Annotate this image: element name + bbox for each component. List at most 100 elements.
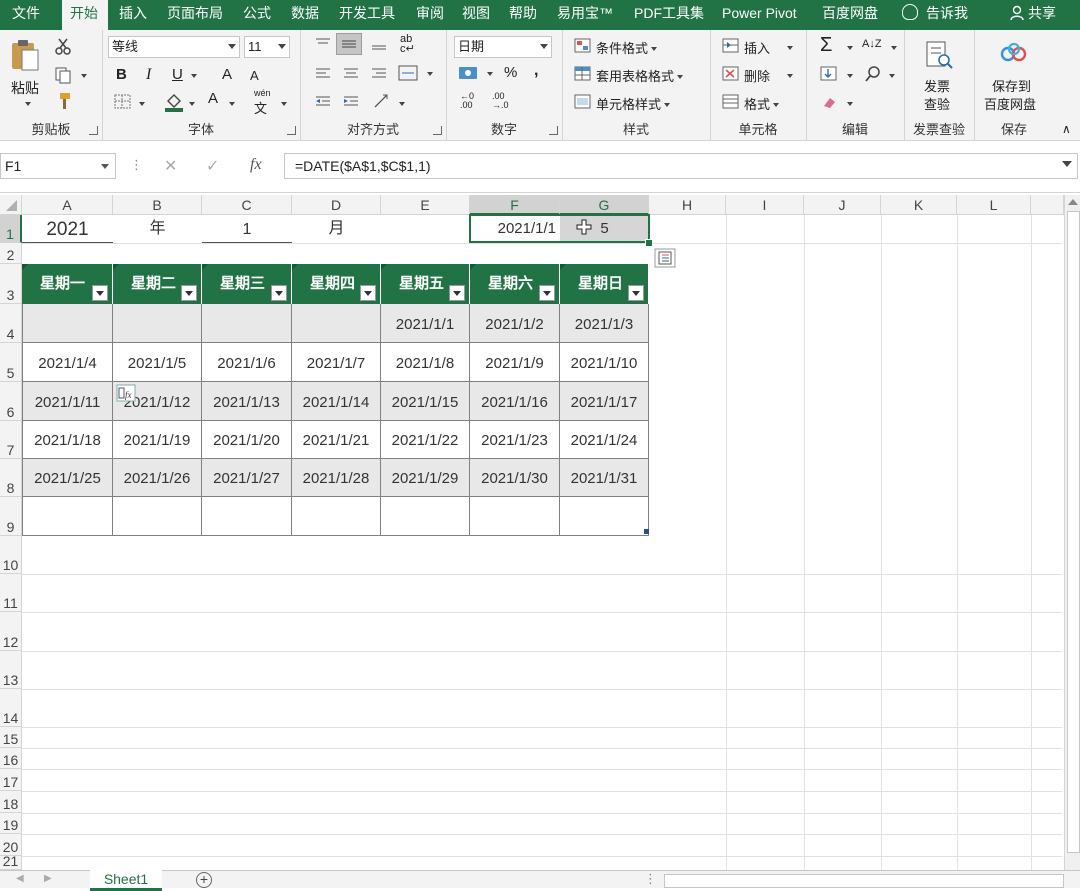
tab-file[interactable]: 文件 — [12, 0, 40, 30]
calendar-header-tue[interactable]: 星期二 — [113, 264, 202, 304]
delete-cells-button[interactable]: 删除 — [744, 66, 770, 85]
calendar-day-cell[interactable] — [202, 304, 292, 343]
calendar-day-cell[interactable]: 2021/1/7 — [292, 343, 381, 382]
invoice-check-line1[interactable]: 发票 — [924, 76, 950, 95]
conditional-format-button[interactable]: 条件格式 — [596, 38, 658, 57]
calendar-day-cell[interactable] — [113, 304, 202, 343]
row-header-6[interactable]: 6 — [0, 382, 22, 421]
calendar-day-cell[interactable] — [22, 304, 113, 343]
name-box[interactable]: F1 — [0, 153, 116, 179]
calendar-header-thu[interactable]: 星期四 — [292, 264, 381, 304]
column-header-d[interactable]: D — [292, 195, 381, 215]
prev-sheet-icon[interactable]: ◀ — [16, 873, 24, 884]
chevron-down-icon[interactable] — [399, 102, 405, 106]
paste-button[interactable]: 粘贴 — [11, 78, 39, 98]
grow-font-button[interactable]: A — [222, 66, 232, 83]
cell-f1-date[interactable]: 2021/1/1 — [470, 215, 560, 243]
table-resize-handle[interactable] — [644, 529, 649, 534]
chevron-down-icon[interactable] — [427, 72, 433, 76]
row-header-2[interactable]: 2 — [0, 243, 22, 264]
row-header-9[interactable]: 9 — [0, 497, 22, 536]
calendar-day-cell[interactable]: 2021/1/19 — [113, 421, 202, 459]
shrink-font-button[interactable]: A — [250, 68, 259, 83]
sort-filter-button[interactable]: A↓Z — [862, 38, 882, 50]
chevron-down-icon[interactable] — [787, 74, 793, 78]
add-sheet-icon[interactable]: + — [196, 872, 212, 888]
copy-icon[interactable] — [54, 66, 72, 84]
tab-formulas[interactable]: 公式 — [243, 0, 271, 30]
align-middle-button[interactable] — [336, 33, 362, 55]
calendar-day-cell[interactable]: 2021/1/9 — [470, 343, 560, 382]
calendar-header-mon[interactable]: 星期一 — [22, 264, 113, 304]
calendar-day-cell[interactable]: 2021/1/15 — [381, 382, 470, 421]
column-header-k[interactable]: K — [881, 195, 957, 215]
calendar-header-sat[interactable]: 星期六 — [470, 264, 560, 304]
row-header-8[interactable]: 8 — [0, 459, 22, 497]
format-cells-icon[interactable] — [722, 94, 740, 110]
cell-g1-weekday[interactable]: 5 — [560, 215, 649, 243]
insert-function-icon[interactable]: fx — [250, 156, 262, 174]
column-header-f[interactable]: F — [470, 195, 560, 215]
chevron-down-icon[interactable] — [847, 74, 853, 78]
align-right-icon[interactable] — [370, 66, 388, 82]
invoice-check-line2[interactable]: 查验 — [924, 94, 950, 113]
conditional-format-icon[interactable] — [574, 38, 592, 54]
calendar-day-cell[interactable] — [381, 497, 470, 536]
chevron-down-icon[interactable] — [229, 102, 235, 106]
row-header-3[interactable]: 3 — [0, 264, 22, 304]
expand-formula-icon[interactable] — [1062, 161, 1072, 167]
column-header-j[interactable]: J — [804, 195, 881, 215]
tab-pdf-tools[interactable]: PDF工具集 — [634, 0, 704, 30]
font-color-button[interactable]: A — [208, 90, 218, 107]
tab-page-layout[interactable]: 页面布局 — [167, 0, 223, 30]
row-header-10[interactable]: 10 — [0, 536, 22, 574]
tab-review[interactable]: 审阅 — [416, 0, 444, 30]
calendar-day-cell[interactable]: 2021/1/28 — [292, 459, 381, 497]
delete-cells-icon[interactable] — [722, 66, 740, 82]
underline-button[interactable]: U — [172, 66, 183, 83]
more-options-icon[interactable]: ⋮ — [130, 157, 143, 173]
formula-autofill-icon[interactable]: fx — [116, 384, 136, 402]
sheet-tab-sheet1[interactable]: Sheet1 — [90, 870, 162, 891]
calendar-day-cell[interactable]: 2021/1/4 — [22, 343, 113, 382]
calendar-day-cell[interactable]: 2021/1/25 — [22, 459, 113, 497]
vertical-scrollbar[interactable] — [1064, 195, 1080, 870]
calendar-day-cell[interactable]: 2021/1/6 — [202, 343, 292, 382]
filter-dropdown-icon[interactable] — [271, 285, 287, 301]
enter-icon[interactable]: ✓ — [206, 156, 219, 176]
calendar-day-cell[interactable]: 2021/1/3 — [560, 304, 649, 343]
increase-indent-icon[interactable] — [342, 94, 360, 110]
bold-button[interactable]: B — [116, 66, 127, 83]
font-size-combo[interactable]: 11 — [244, 36, 290, 58]
fill-color-icon[interactable] — [164, 92, 184, 112]
chevron-down-icon[interactable] — [191, 74, 197, 78]
invoice-check-icon[interactable] — [924, 40, 954, 70]
calendar-header-fri[interactable]: 星期五 — [381, 264, 470, 304]
merge-center-icon[interactable] — [398, 64, 418, 82]
cell-styles-icon[interactable] — [574, 94, 592, 110]
calendar-day-cell[interactable]: 2021/1/26 — [113, 459, 202, 497]
baidu-netdisk-icon[interactable] — [1000, 42, 1028, 64]
tab-help[interactable]: 帮助 — [509, 0, 537, 30]
dialog-launcher-icon[interactable] — [89, 126, 98, 135]
filter-dropdown-icon[interactable] — [628, 285, 644, 301]
dialog-launcher-icon[interactable] — [287, 126, 296, 135]
cancel-icon[interactable]: ✕ — [164, 156, 177, 176]
tab-developer[interactable]: 开发工具 — [339, 0, 395, 30]
font-name-combo[interactable]: 等线 — [108, 36, 240, 58]
calendar-day-cell[interactable]: 2021/1/24 — [560, 421, 649, 459]
row-header-17[interactable]: 17 — [0, 769, 22, 791]
column-header-h[interactable]: H — [649, 195, 726, 215]
calendar-day-cell[interactable]: 2021/1/17 — [560, 382, 649, 421]
row-header-19[interactable]: 19 — [0, 813, 22, 834]
filter-dropdown-icon[interactable] — [181, 285, 197, 301]
tell-me[interactable]: 告诉我 — [902, 0, 968, 30]
chevron-down-icon[interactable] — [189, 102, 195, 106]
tab-baidu-netdisk[interactable]: 百度网盘 — [822, 0, 878, 30]
calendar-day-cell[interactable]: 2021/1/10 — [560, 343, 649, 382]
chevron-down-icon[interactable] — [281, 102, 287, 106]
comma-button[interactable]: , — [534, 62, 538, 80]
tab-yiyongbao[interactable]: 易用宝™ — [557, 0, 613, 30]
cell-a1-year[interactable]: 2021 — [22, 215, 113, 243]
column-header-a[interactable]: A — [22, 195, 113, 215]
